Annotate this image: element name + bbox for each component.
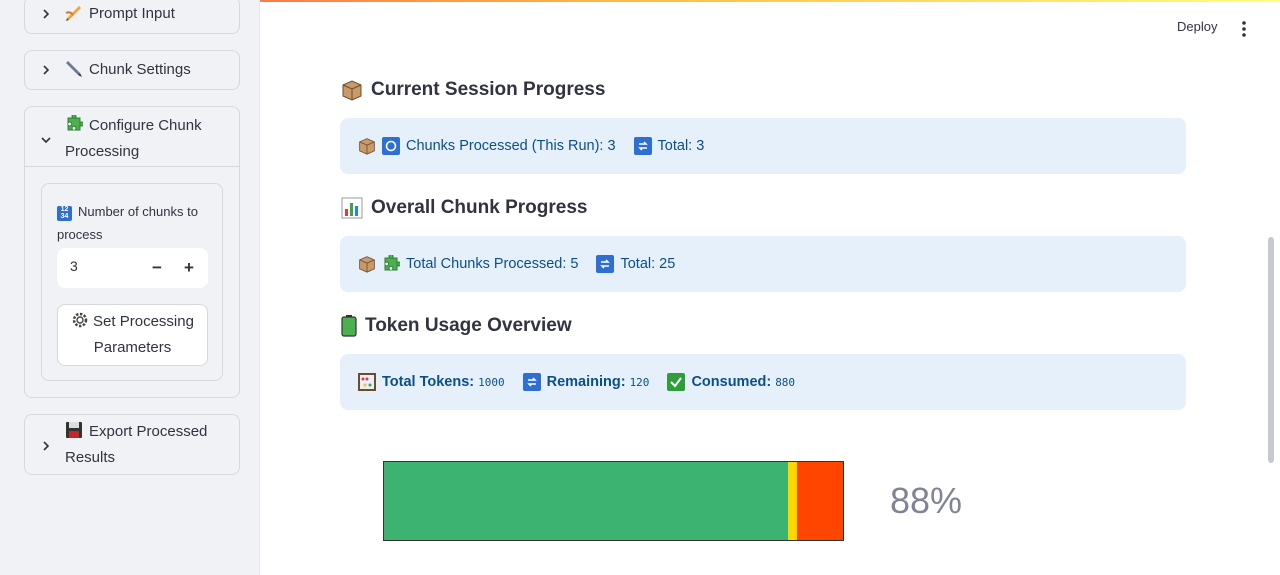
package-icon: [359, 138, 375, 155]
chunks-processed-run: Chunks Processed (This Run): 3: [406, 138, 616, 154]
remaining-label: Remaining:: [546, 374, 626, 390]
deploy-button[interactable]: Deploy: [1177, 19, 1217, 34]
repeat-icon: [633, 137, 652, 155]
chevron-right-icon: [39, 7, 53, 21]
token-info-box: Total Tokens: 1000 Remaining: 120 Consum…: [340, 354, 1186, 410]
expander-prompt-input[interactable]: Prompt Input: [24, 0, 240, 34]
chunks-number-input[interactable]: 3 − +: [57, 248, 208, 288]
usage-bar-segment: [787, 462, 798, 540]
floppy-disk-icon: [66, 422, 82, 438]
abacus-icon: [358, 373, 376, 391]
pen-icon: [66, 61, 82, 77]
repeat-icon: [522, 373, 541, 391]
usage-bar-segment: [797, 462, 843, 540]
check-mark-icon: [667, 373, 686, 391]
sidebar: Prompt Input Chunk Settings Configure Ch…: [0, 0, 260, 575]
decrement-button[interactable]: −: [143, 254, 171, 282]
consumed-value: 880: [775, 375, 796, 389]
scrollbar-thumb[interactable]: [1268, 237, 1274, 463]
expander-configure-chunk-processing[interactable]: Configure Chunk Processing 12 34 Number of…: [24, 106, 240, 398]
number-input-label: 12 34 Number of chunks to process: [57, 204, 198, 242]
numbers-icon: 12 34: [57, 206, 72, 221]
puzzle-icon: [67, 115, 83, 131]
number-input-value[interactable]: 3: [70, 258, 78, 274]
refresh-icon: [382, 137, 400, 155]
writing-hand-icon: [65, 6, 81, 21]
session-info-box: Chunks Processed (This Run): 3 Total: 3: [340, 118, 1186, 174]
total-chunks-processed: Total Chunks Processed: 5: [406, 256, 579, 272]
expander-header[interactable]: Configure Chunk Processing: [25, 113, 239, 165]
overall-heading: Overall Chunk Progress: [341, 195, 587, 221]
expander-chunk-settings[interactable]: Chunk Settings: [24, 50, 240, 90]
kebab-menu-icon[interactable]: [1238, 20, 1250, 38]
total-tokens-label: Total Tokens:: [382, 374, 475, 390]
puzzle-icon: [384, 255, 400, 271]
remaining-value: 120: [629, 375, 650, 389]
overall-info-box: Total Chunks Processed: 5 Total: 25: [340, 236, 1186, 292]
gear-icon: [72, 312, 88, 328]
chevron-right-icon: [39, 439, 53, 453]
overall-total: Total: 25: [620, 256, 676, 272]
expander-label: Prompt Input: [89, 5, 175, 22]
token-heading: Token Usage Overview: [341, 313, 572, 339]
increment-button[interactable]: +: [175, 254, 203, 282]
total-tokens-value: 1000: [478, 375, 505, 389]
battery-icon: [341, 315, 357, 337]
bar-chart-icon: [341, 197, 363, 219]
package-icon: [359, 256, 375, 273]
token-usage-bar: [383, 461, 844, 541]
settings-card: 12 34 Number of chunks to process 3 − + Se…: [41, 183, 223, 381]
expander-divider: [25, 166, 239, 167]
session-heading: Current Session Progress: [341, 77, 605, 103]
consumed-label: Consumed:: [691, 374, 772, 390]
package-icon: [342, 80, 362, 101]
expander-label: Chunk Settings: [89, 61, 191, 78]
chevron-down-icon: [39, 133, 53, 147]
chevron-right-icon: [39, 63, 53, 77]
set-processing-parameters-button[interactable]: Set Processing Parameters: [57, 304, 208, 366]
usage-bar-segment: [384, 462, 788, 540]
session-total: Total: 3: [657, 138, 705, 154]
expander-label: Export Processed Results: [65, 423, 208, 466]
expander-export-processed-results[interactable]: Export Processed Results: [24, 414, 240, 475]
expander-label: Configure Chunk Processing: [65, 117, 202, 160]
repeat-icon: [596, 255, 615, 273]
usage-percent: 88%: [890, 480, 963, 521]
